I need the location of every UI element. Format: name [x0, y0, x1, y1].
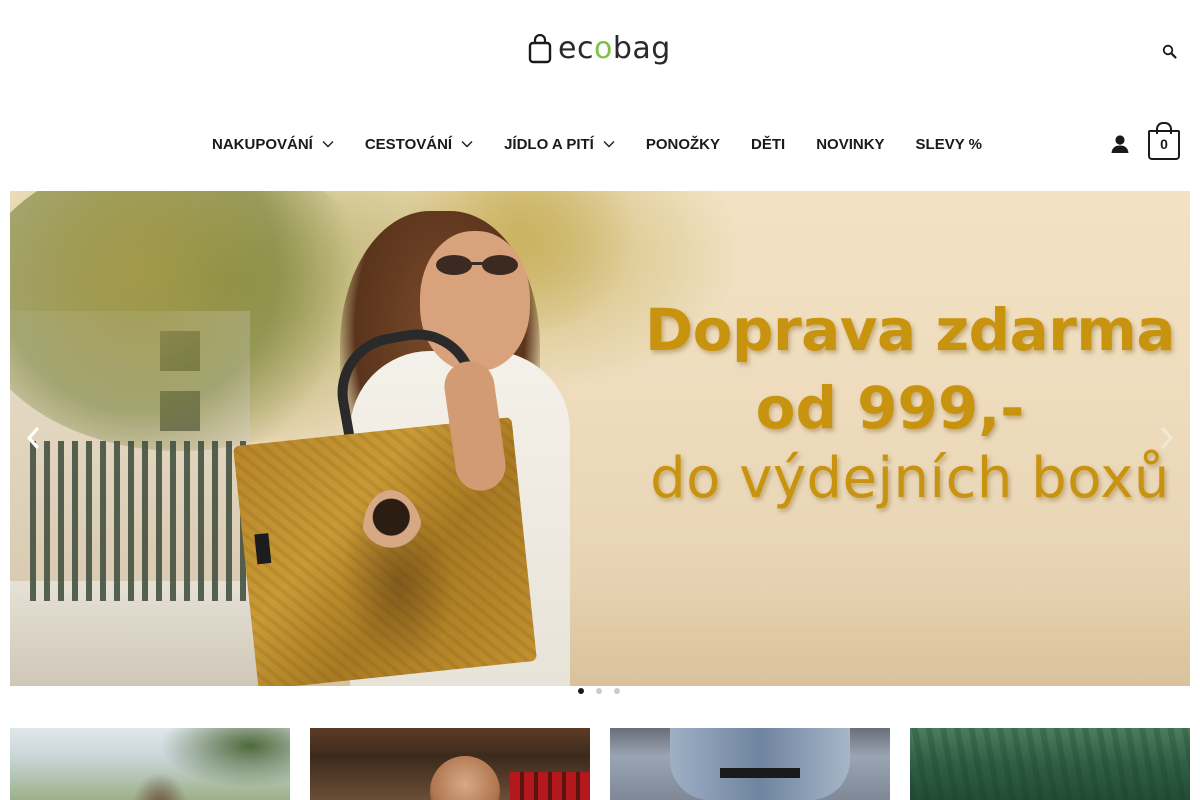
- logo-wordmark: ecobag: [558, 34, 671, 64]
- tile-stripe: [720, 768, 800, 778]
- hero-headline-line-2: od 999,-: [755, 374, 1025, 442]
- sunglasses-icon: [436, 255, 518, 275]
- shopping-bag-logo-icon: [528, 34, 552, 64]
- tile-bottles: [510, 772, 590, 800]
- slider-dot-3[interactable]: [614, 688, 620, 694]
- tile-foliage: [160, 728, 290, 788]
- nav-label: NOVINKY: [816, 135, 885, 153]
- chevron-right-icon: [1161, 427, 1173, 449]
- category-tile-4[interactable]: [910, 728, 1190, 800]
- site-logo[interactable]: ecobag: [528, 34, 671, 64]
- hero-headline-line-3: do výdejních boxů: [650, 446, 1170, 511]
- nav-item-ponozky[interactable]: PONOŽKY: [646, 134, 720, 154]
- nav-item-deti[interactable]: DĚTI: [751, 134, 785, 154]
- category-tile-3[interactable]: [610, 728, 890, 800]
- nav-item-nakupovani[interactable]: NAKUPOVÁNÍ: [212, 134, 334, 154]
- nav-item-slevy[interactable]: SLEVY %: [916, 134, 982, 154]
- chevron-down-icon: [322, 141, 334, 148]
- hero-slider[interactable]: Doprava zdarma od 999,- do výdejních box…: [10, 191, 1190, 686]
- slider-pagination: [578, 688, 620, 694]
- nav-label: JÍDLO A PITÍ: [504, 135, 594, 153]
- cart-count: 0: [1160, 136, 1168, 152]
- logo-text-part: ec: [558, 31, 594, 66]
- bag-label: [254, 533, 272, 565]
- chevron-down-icon: [461, 141, 473, 148]
- slider-prev-button[interactable]: [24, 425, 42, 451]
- nav-item-novinky[interactable]: NOVINKY: [816, 134, 884, 154]
- tile-model-head: [430, 756, 500, 800]
- main-navigation: NAKUPOVÁNÍ CESTOVÁNÍ JÍDLO A PITÍ PONOŽK…: [212, 134, 982, 154]
- slider-dot-2[interactable]: [596, 688, 602, 694]
- search-button[interactable]: [1162, 44, 1178, 60]
- nav-label: DĚTI: [751, 135, 786, 153]
- slider-dot-1[interactable]: [578, 688, 584, 694]
- logo-text-part: bag: [612, 31, 671, 66]
- account-button[interactable]: [1110, 134, 1130, 154]
- slider-next-button[interactable]: [1158, 425, 1176, 451]
- nav-label: NAKUPOVÁNÍ: [212, 135, 313, 153]
- category-tile-1[interactable]: [10, 728, 290, 800]
- user-icon: [1111, 135, 1129, 153]
- chevron-left-icon: [27, 427, 39, 449]
- search-icon: [1162, 44, 1177, 59]
- nav-item-cestovani[interactable]: CESTOVÁNÍ: [365, 134, 473, 154]
- nav-label: CESTOVÁNÍ: [364, 135, 453, 153]
- nav-label: SLEVY %: [915, 135, 982, 153]
- nav-item-jidlo-a-piti[interactable]: JÍDLO A PITÍ: [504, 134, 615, 154]
- hero-fence: [30, 441, 250, 601]
- logo-text-accent: o: [593, 31, 613, 66]
- tile-jacket: [670, 728, 850, 800]
- nav-label: PONOŽKY: [645, 135, 721, 153]
- hero-headline-line-1: Doprava zdarma: [645, 296, 1175, 364]
- category-tile-2[interactable]: [310, 728, 590, 800]
- chevron-down-icon: [603, 141, 615, 148]
- hero-headline: Doprava zdarma od 999,- do výdejních box…: [630, 301, 1190, 507]
- cart-button[interactable]: 0: [1148, 122, 1180, 160]
- hero-tree: [10, 191, 390, 451]
